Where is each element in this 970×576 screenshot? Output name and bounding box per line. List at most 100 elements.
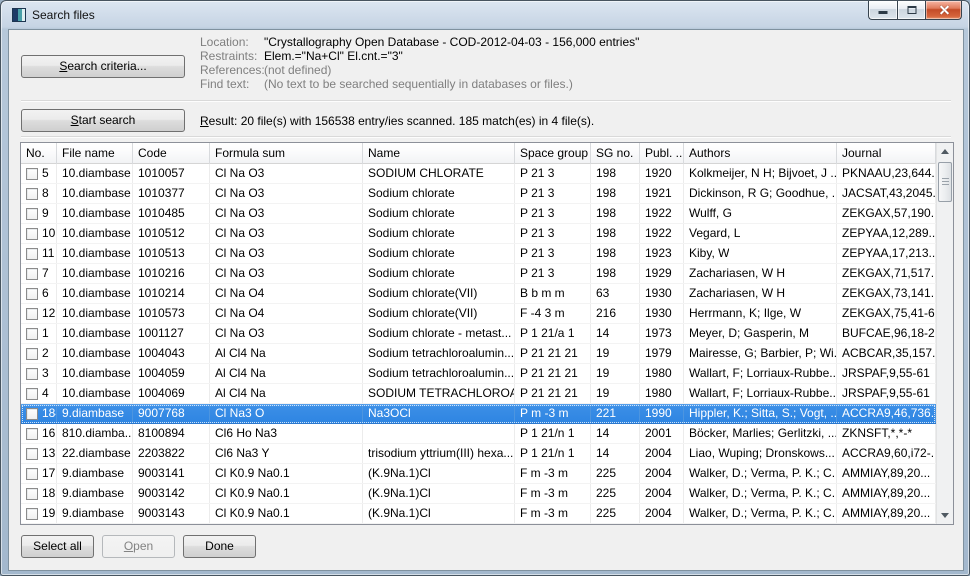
table-row[interactable]: 189.diambase9003142Cl K0.9 Na0.1(K.9Na.1… [21, 484, 936, 504]
cell-no: 19 [21, 504, 57, 523]
cell-no: 5 [21, 164, 57, 183]
cell-text: 198 [596, 164, 616, 183]
scroll-up-button[interactable] [937, 143, 953, 160]
row-checkbox[interactable] [26, 268, 38, 280]
row-checkbox[interactable] [26, 288, 38, 300]
scrollbar-thumb[interactable] [938, 162, 952, 202]
cell-text: Cl K0.9 Na0.1 [215, 504, 290, 523]
cell-text: 2004 [645, 464, 672, 483]
cell-text: 1930 [645, 284, 672, 303]
row-checkbox[interactable] [26, 468, 38, 480]
vertical-scrollbar[interactable] [936, 143, 953, 524]
row-checkbox[interactable] [26, 408, 38, 420]
row-checkbox[interactable] [26, 168, 38, 180]
cell-formula: Cl K0.9 Na0.1 [210, 484, 363, 503]
cell-no: 9 [21, 204, 57, 223]
cell-text: P 21 3 [520, 264, 554, 283]
column-header[interactable]: Formula sum [210, 143, 363, 164]
table-row[interactable]: 510.diambase1010057Cl Na O3SODIUM CHLORA… [21, 164, 936, 184]
cell-publ: 1921 [640, 184, 684, 203]
cell-file: 10.diambase [57, 164, 133, 183]
table-row[interactable]: 910.diambase1010485Cl Na O3Sodium chlora… [21, 204, 936, 224]
close-button[interactable] [925, 1, 962, 20]
cell-text: Sodium chlorate [368, 264, 455, 283]
row-checkbox[interactable] [26, 308, 38, 320]
cell-code: 9007768 [133, 404, 210, 423]
table-row[interactable]: 110.diambase1001127Cl Na O3Sodium chlora… [21, 324, 936, 344]
row-checkbox[interactable] [26, 348, 38, 360]
cell-file: 10.diambase [57, 244, 133, 263]
cell-name: trisodium yttrium(III) hexa... [363, 444, 515, 463]
column-header[interactable]: Publ. ... [640, 143, 684, 164]
column-header[interactable]: SG no. [591, 143, 640, 164]
cell-text: 2 [42, 344, 49, 363]
cell-text: 9003141 [138, 464, 185, 483]
table-body: 510.diambase1010057Cl Na O3SODIUM CHLORA… [21, 164, 936, 524]
minimize-button[interactable] [868, 1, 897, 20]
table-row[interactable]: 810.diambase1010377Cl Na O3Sodium chlora… [21, 184, 936, 204]
cell-code: 1010512 [133, 224, 210, 243]
cell-publ: 1920 [640, 164, 684, 183]
cell-text: 1921 [645, 184, 672, 203]
row-checkbox[interactable] [26, 428, 38, 440]
title-bar[interactable]: Search files [1, 1, 969, 29]
minimize-icon [879, 11, 888, 14]
table-row[interactable]: 1110.diambase1010513Cl Na O3Sodium chlor… [21, 244, 936, 264]
table-row[interactable]: 710.diambase1010216Cl Na O3Sodium chlora… [21, 264, 936, 284]
cell-text: Sodium chlorate [368, 184, 455, 203]
table-row[interactable]: 179.diambase9003141Cl K0.9 Na0.1(K.9Na.1… [21, 464, 936, 484]
table-row[interactable]: 1210.diambase1010573Cl Na O4Sodium chlor… [21, 304, 936, 324]
column-header[interactable]: No. [21, 143, 57, 164]
row-checkbox[interactable] [26, 508, 38, 520]
row-checkbox[interactable] [26, 488, 38, 500]
table-row[interactable]: 199.diambase9003143Cl K0.9 Na0.1(K.9Na.1… [21, 504, 936, 524]
row-checkbox[interactable] [26, 328, 38, 340]
table-row[interactable]: 210.diambase1004043Al Cl4 NaSodium tetra… [21, 344, 936, 364]
cell-sgno: 216 [591, 304, 640, 323]
cell-text: 1010573 [138, 304, 185, 323]
maximize-button[interactable] [897, 1, 925, 20]
cell-text: P 21 3 [520, 184, 554, 203]
table-row[interactable]: 610.diambase1010214Cl Na O4Sodium chlora… [21, 284, 936, 304]
cell-text: 1001127 [138, 324, 184, 343]
table-row[interactable]: 1322.diambase2203822Cl6 Na3 Ytrisodium y… [21, 444, 936, 464]
cell-text: 1922 [645, 224, 672, 243]
done-button[interactable]: Done [183, 535, 256, 558]
column-header[interactable]: Space group [515, 143, 591, 164]
row-checkbox[interactable] [26, 368, 38, 380]
cell-text: 1004043 [138, 344, 185, 363]
table-row[interactable]: 16810.diamba...8100894Cl6 Ho Na3P 1 21/n… [21, 424, 936, 444]
search-criteria-button[interactable]: Search criteria... [21, 55, 185, 78]
cell-sg: P 21 3 [515, 244, 591, 263]
select-all-button[interactable]: Select all [21, 535, 94, 558]
column-header[interactable]: Name [363, 143, 515, 164]
button-label: O [124, 539, 133, 553]
cell-sg: P 1 21/a 1 [515, 324, 591, 343]
table-row[interactable]: 1849.diambase9007768Cl Na3 ONa3OClP m -3… [21, 404, 936, 424]
column-header[interactable]: Journal [837, 143, 936, 164]
cell-file: 10.diambase [57, 384, 133, 403]
column-header[interactable]: Authors [684, 143, 837, 164]
cell-authors: Kiby, W [684, 244, 837, 263]
row-checkbox[interactable] [26, 388, 38, 400]
cell-text: 1010513 [138, 244, 185, 263]
open-button[interactable]: Open [102, 535, 175, 558]
row-checkbox[interactable] [26, 208, 38, 220]
row-checkbox[interactable] [26, 248, 38, 260]
start-search-button[interactable]: Start search [21, 109, 185, 132]
row-checkbox[interactable] [26, 228, 38, 240]
cell-text: Cl Na O3 [215, 224, 264, 243]
table-row[interactable]: 410.diambase1004069Al Cl4 NaSODIUM TETRA… [21, 384, 936, 404]
table-row[interactable]: 310.diambase1004059Al Cl4 NaSodium tetra… [21, 364, 936, 384]
cell-publ: 1990 [640, 404, 684, 423]
column-header[interactable]: Code [133, 143, 210, 164]
table-row[interactable]: 1010.diambase1010512Cl Na O3Sodium chlor… [21, 224, 936, 244]
cell-text: 3 [42, 364, 49, 383]
scroll-down-button[interactable] [937, 507, 953, 524]
row-checkbox[interactable] [26, 188, 38, 200]
row-checkbox[interactable] [26, 448, 38, 460]
column-header[interactable]: File name [57, 143, 133, 164]
cell-sgno: 198 [591, 204, 640, 223]
cell-text: 198 [596, 244, 616, 263]
cell-journal: ZEKGAX,75,41-66 [837, 304, 936, 323]
